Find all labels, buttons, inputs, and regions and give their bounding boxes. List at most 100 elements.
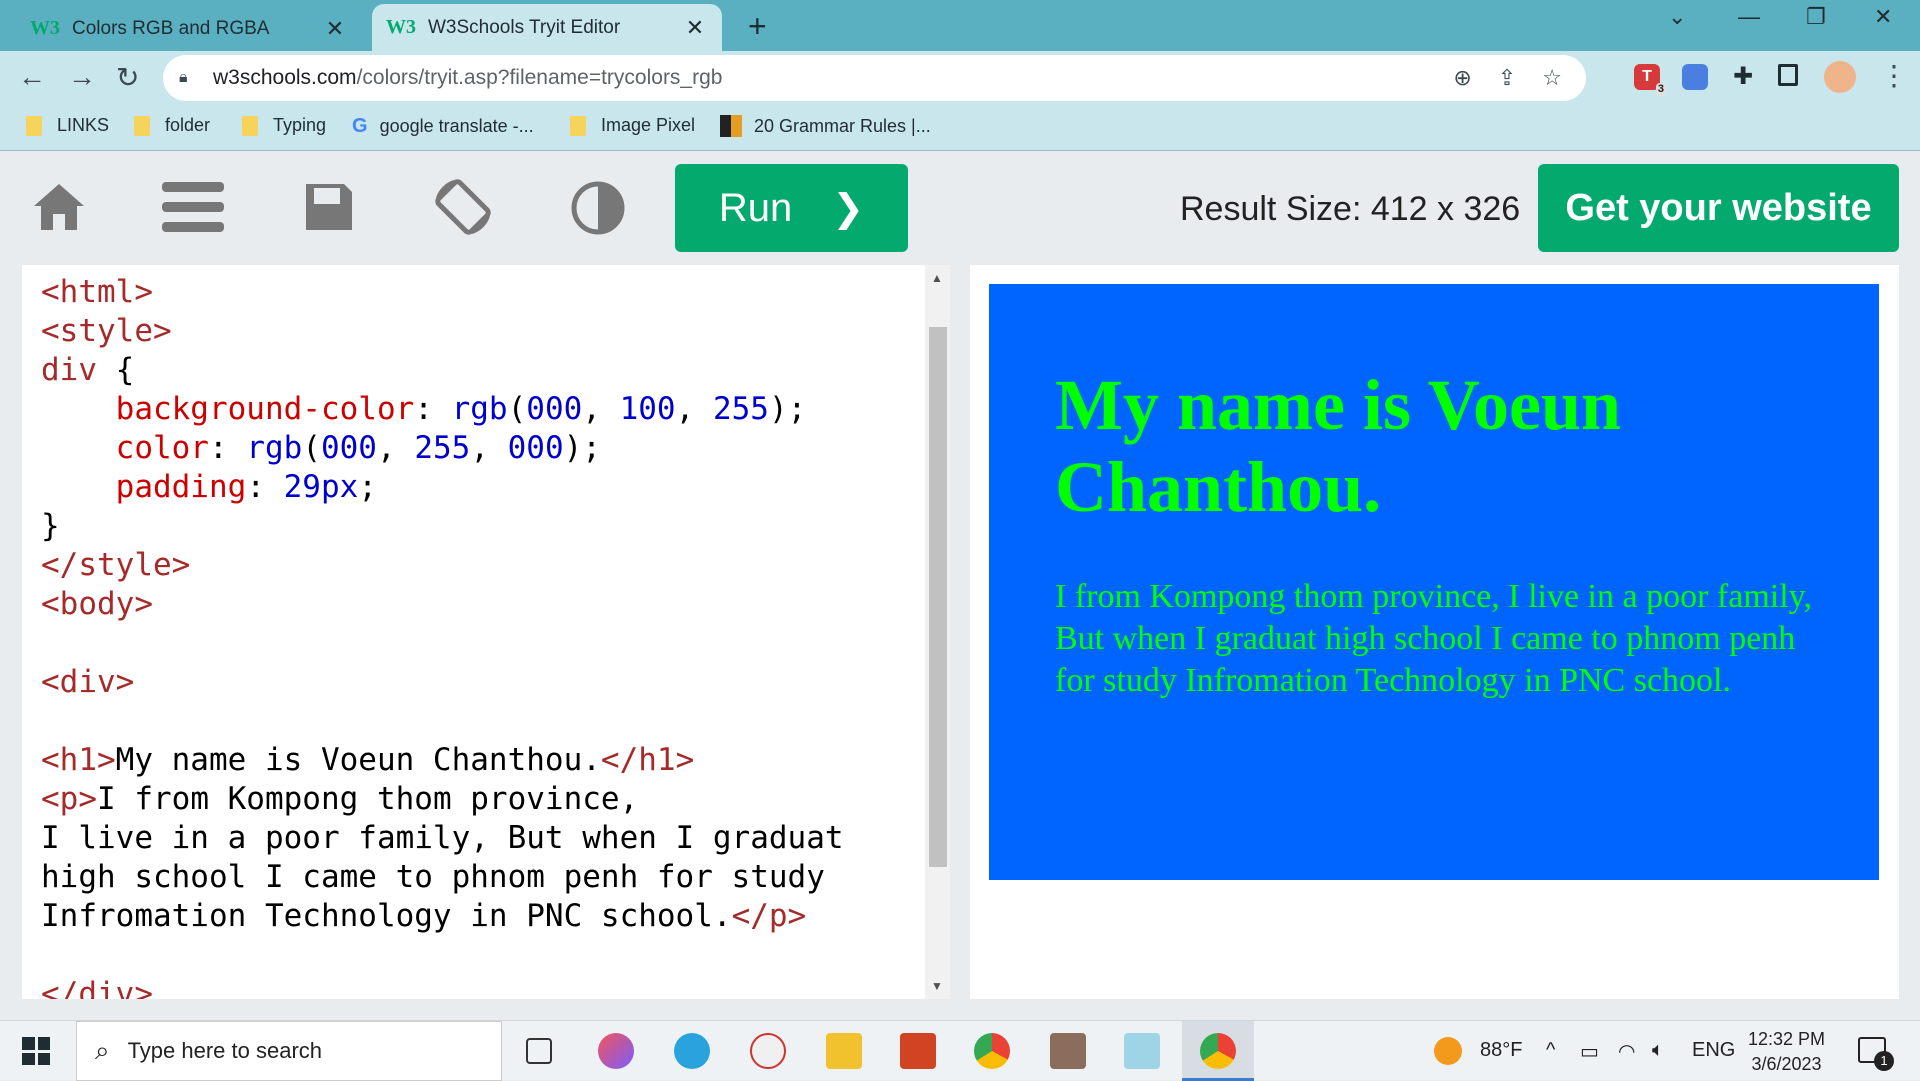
share-icon[interactable]: ⇪ [1498,65,1516,91]
w3schools-favicon: W3 [386,16,416,38]
result-panel: My name is Voeun Chanthou. I from Kompon… [970,265,1899,999]
code-text[interactable]: <html> <style> div { background-color: rgb… [41,273,844,999]
lock-icon: 🔒︎ [179,69,188,86]
windows-start-icon[interactable] [22,1037,50,1065]
side-panel-icon[interactable] [1778,64,1798,86]
tab-tryit-editor[interactable]: W3 W3Schools Tryit Editor ✕ [372,4,722,51]
chrome-icon[interactable] [974,1033,1010,1069]
home-icon[interactable] [30,180,88,232]
code-line: } [41,508,60,544]
code-line: div { [41,352,135,388]
forward-arrow-icon[interactable]: → [68,61,96,93]
task-view-icon[interactable] [526,1038,552,1064]
code-line: <html> [41,274,153,310]
extension-badge: 3 [1655,83,1666,96]
taskbar-chrome-active[interactable] [1182,1021,1254,1081]
bookmark-google-translate[interactable]: Ggoogle translate -... [352,115,534,138]
code-line: Infromation Technology in PNC school.</p… [41,898,807,934]
weather-temperature[interactable]: 88°F [1480,1039,1522,1062]
app-icon[interactable] [598,1033,634,1069]
scroll-up-arrow-icon[interactable]: ▲ [931,271,943,285]
notification-count: 1 [1874,1051,1894,1071]
app-icon[interactable] [1050,1033,1086,1069]
menu-hamburger-icon[interactable] [160,180,226,234]
code-editor[interactable]: <html> <style> div { background-color: rgb… [22,265,950,999]
windows-taskbar: ⌕ Type here to search 88°F ^ ▭ ◠ 🔈︎ ENG … [0,1020,1920,1081]
run-button[interactable]: Run ❯ [675,164,908,252]
code-line: I live in a poor family, But when I grad… [41,820,844,856]
extension-t-icon[interactable]: T3 [1634,64,1666,96]
tab-title: W3Schools Tryit Editor [428,16,621,38]
google-translate-extension-icon[interactable] [1682,64,1708,90]
tab-search-chevron-icon[interactable]: ⌄ [1668,4,1686,30]
result-heading: My name is Voeun Chanthou. [1055,365,1622,527]
search-icon: ⌕ [95,1035,110,1065]
chrome-menu-icon[interactable]: ⋮ [1880,59,1908,92]
w3schools-favicon: W3 [30,17,60,39]
show-hidden-icons-chevron-icon[interactable]: ^ [1546,1039,1555,1062]
site-icon [720,115,742,137]
result-paragraph: I from Kompong thom province, I live in … [1055,578,1812,699]
code-line: </div> [41,976,153,999]
bookmark-image-pixel[interactable]: Image Pixel [570,115,695,136]
bookmark-folder[interactable]: folder [134,115,210,136]
taskbar-search-box[interactable]: ⌕ Type here to search [76,1021,502,1081]
rotate-orientation-icon[interactable] [432,176,494,238]
dark-mode-contrast-icon[interactable] [570,180,626,236]
folder-icon [242,115,258,136]
language-indicator[interactable]: ENG [1692,1039,1735,1062]
bookmark-typing[interactable]: Typing [242,115,326,136]
close-tab-icon[interactable]: ✕ [322,16,348,42]
taskbar-clock[interactable]: 12:32 PM 3/6/2023 [1748,1027,1825,1077]
bookmark-links[interactable]: LINKS [26,115,109,136]
close-window-icon[interactable]: ✕ [1874,4,1892,30]
zoom-icon[interactable]: ⊕ [1453,65,1471,91]
app-icon[interactable] [1124,1033,1160,1069]
result-size-label: Result Size: 412 x 326 [1180,190,1521,228]
folder-icon [570,115,586,136]
browser-tab-strip: W3 Colors RGB and RGBA ✕ W3 W3Schools Tr… [0,0,1920,51]
code-line: background-color: rgb(000, 100, 255); [115,391,807,427]
folder-icon [26,115,42,136]
url-path: /colors/tryit.asp?filename=trycolors_rgb [356,66,723,89]
file-explorer-icon[interactable] [826,1033,862,1069]
code-line: <p>I from Kompong thom province, [41,781,639,817]
get-your-website-button[interactable]: Get your website [1538,164,1899,252]
scroll-down-arrow-icon[interactable]: ▼ [931,979,943,993]
bookmark-star-icon[interactable]: ☆ [1542,65,1562,91]
tab-title: Colors RGB and RGBA [72,17,270,39]
folder-icon [134,115,150,136]
code-line: color: rgb(000, 255, 000); [115,430,601,466]
chevron-right-icon: ❯ [832,187,865,230]
code-line: <style> [41,313,172,349]
url-host: w3schools.com [213,66,357,89]
save-icon[interactable] [302,180,356,234]
notifications-icon[interactable]: 1 [1858,1037,1894,1071]
restore-icon[interactable]: ❐ [1806,4,1826,30]
wifi-icon[interactable]: ◠ [1618,1039,1635,1064]
extensions-puzzle-icon[interactable]: ✚ [1730,64,1756,90]
powerpoint-icon[interactable] [900,1033,936,1069]
google-icon: G [352,115,368,137]
scrollbar-thumb[interactable] [929,327,947,867]
weather-sun-icon[interactable] [1434,1037,1462,1065]
editor-scrollbar[interactable]: ▲ ▼ [925,265,950,999]
code-line: </style> [41,547,191,583]
battery-icon[interactable]: ▭ [1580,1039,1599,1064]
clock-time: 12:32 PM [1748,1029,1826,1049]
bookmark-grammar-rules[interactable]: 20 Grammar Rules |... [720,115,931,137]
code-line: padding: 29px; [115,469,377,505]
new-tab-plus-icon[interactable]: + [748,8,767,45]
address-bar[interactable]: 🔒︎ w3schools.com/colors/tryit.asp?filena… [163,55,1586,101]
close-tab-icon[interactable]: ✕ [682,15,708,41]
tab-colors-rgb[interactable]: W3 Colors RGB and RGBA ✕ [16,6,362,51]
profile-avatar[interactable] [1824,61,1856,93]
reload-icon[interactable]: ↻ [116,61,139,94]
back-arrow-icon[interactable]: ← [18,61,46,93]
minimize-icon[interactable]: — [1738,4,1760,30]
telegram-icon[interactable] [674,1033,710,1069]
volume-icon[interactable]: 🔈︎ [1652,1039,1664,1062]
snipping-tool-icon[interactable] [750,1033,786,1069]
